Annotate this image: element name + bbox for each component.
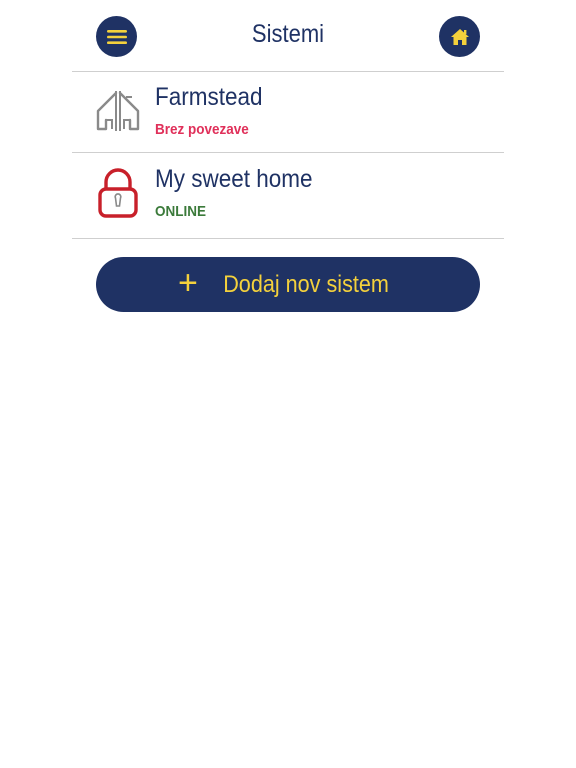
system-status-badge: Brez povezave (155, 121, 249, 138)
app-header: Sistemi (0, 0, 576, 72)
list-bottom-divider (72, 238, 504, 239)
header-divider (72, 71, 504, 72)
plus-icon: + (178, 264, 198, 302)
home-button[interactable] (439, 16, 480, 57)
house-icon (450, 28, 469, 45)
house-outline-icon (96, 91, 140, 131)
system-status-badge: ONLINE (155, 203, 207, 220)
system-row-farmstead[interactable]: Farmstead Brez povezave (72, 73, 504, 152)
add-system-label: Dodaj nov sistem (223, 270, 389, 298)
add-system-button[interactable]: + Dodaj nov sistem (96, 257, 480, 312)
system-row-my-sweet-home[interactable]: My sweet home ONLINE (72, 153, 504, 238)
system-name: My sweet home (155, 165, 313, 193)
padlock-icon (98, 168, 138, 218)
system-name: Farmstead (155, 83, 263, 111)
